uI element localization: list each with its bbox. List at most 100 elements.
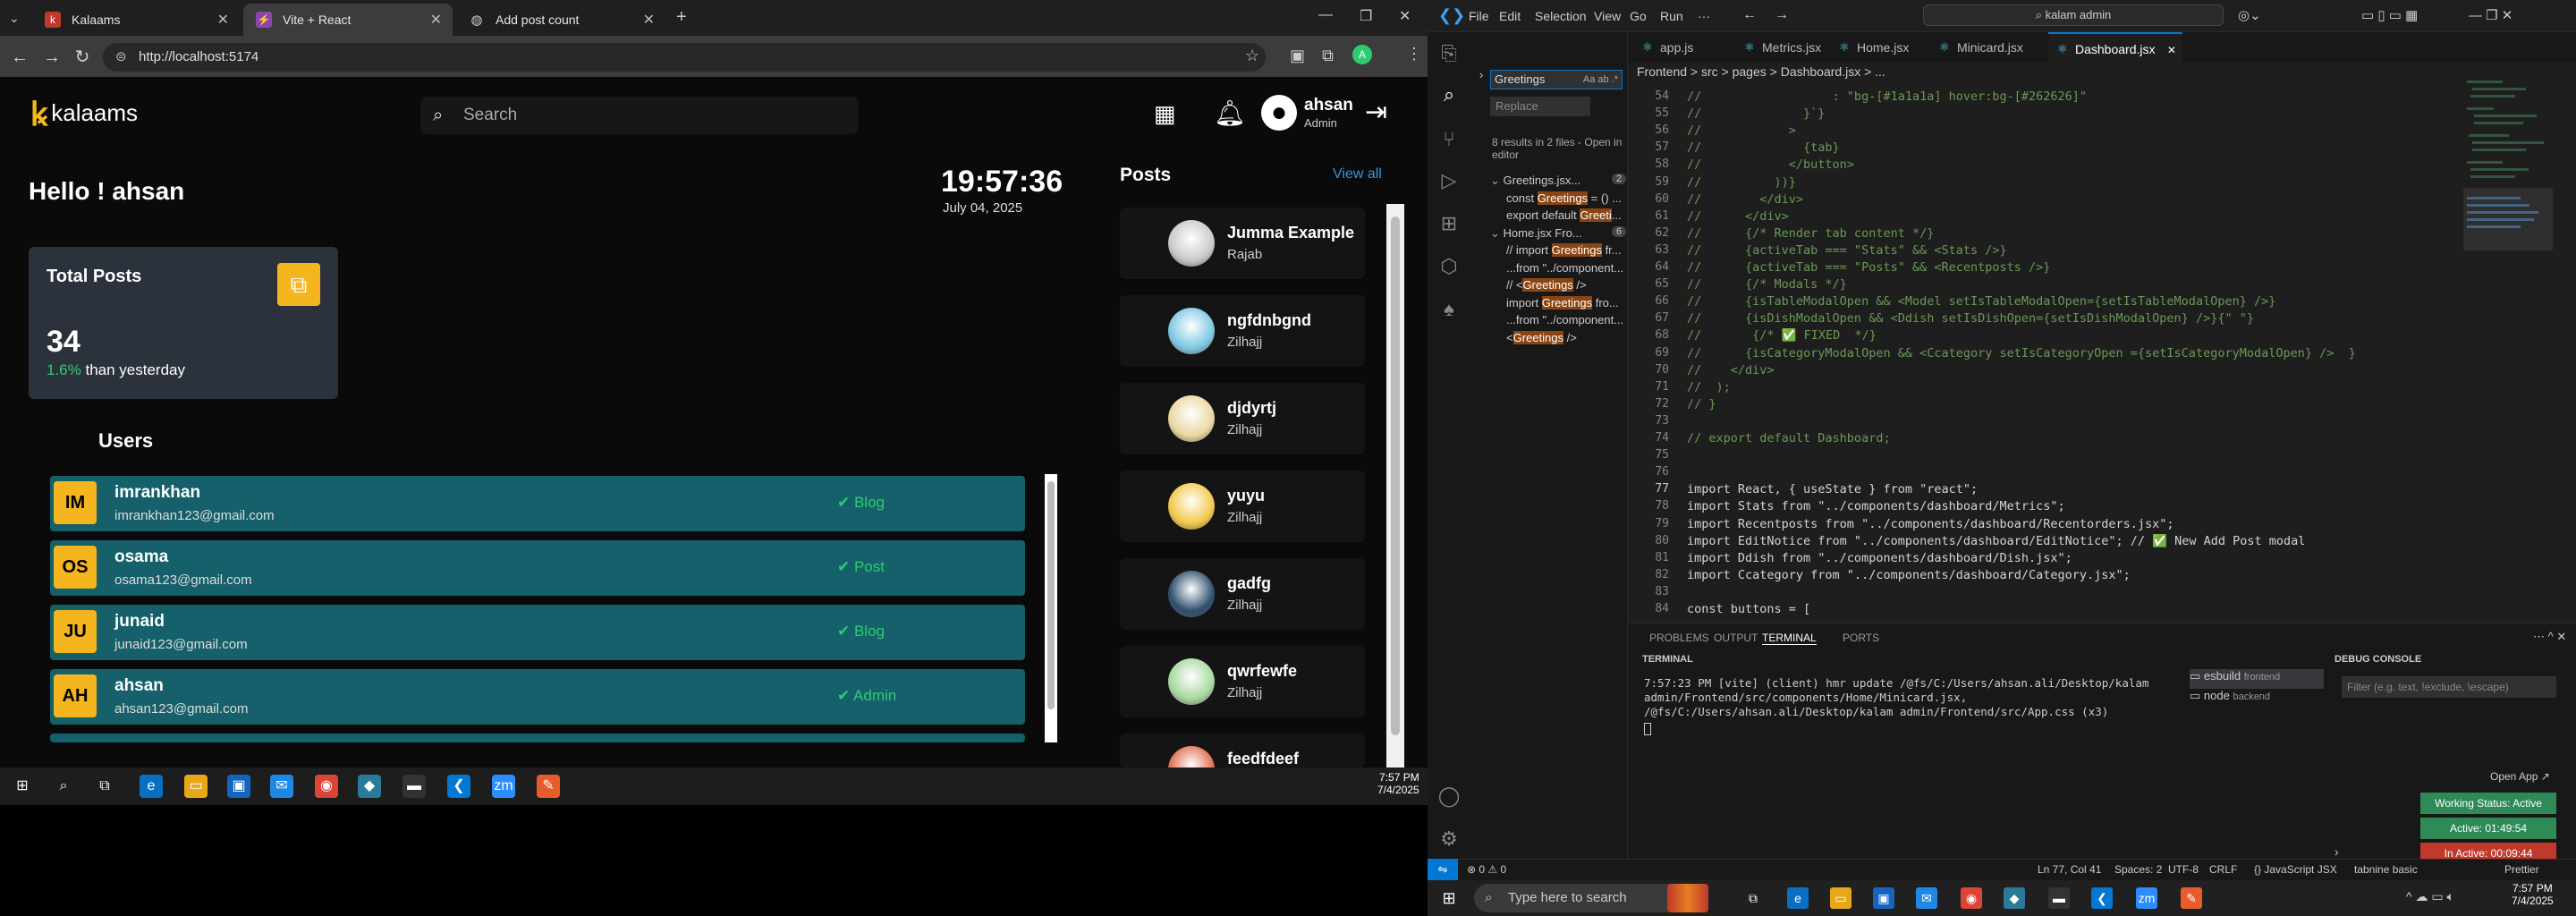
remote-status-icon[interactable]: ⇋ <box>1428 859 1458 880</box>
user-row[interactable]: IM imrankhan imrankhan123@gmail.com ✔ Blog <box>50 476 1025 531</box>
account-icon[interactable]: ◯ <box>1436 784 1462 809</box>
nav-forward-icon[interactable]: → <box>1775 7 1789 23</box>
new-tab-icon[interactable]: + <box>676 7 687 28</box>
code-line[interactable]: // {isTableModalOpen && <Model setIsTabl… <box>1687 294 2275 309</box>
view-all-link[interactable]: View all <box>1333 166 1382 182</box>
user-avatar-icon[interactable]: ● <box>1261 95 1297 131</box>
source-control-icon[interactable]: ⑂ <box>1436 127 1462 152</box>
zoom-icon[interactable]: zm <box>492 775 515 798</box>
bell-icon[interactable]: 🔔︎ <box>1214 98 1246 129</box>
search-result-line[interactable]: ...from "../component... <box>1506 261 1623 275</box>
app-icon[interactable]: ◆ <box>358 775 381 798</box>
edge-icon[interactable]: e <box>1787 887 1809 909</box>
status-item[interactable]: Ln 77, Col 41 <box>2038 863 2101 876</box>
panel-tab[interactable]: PORTS <box>1843 632 1879 644</box>
system-clock[interactable]: 7:57 PM 7/4/2025 <box>2512 882 2554 907</box>
match-options-icon[interactable]: Aa ab .* <box>1583 71 1618 89</box>
code-line[interactable]: // {activeTab === "Stats" && <Stats />} <box>1687 243 2007 258</box>
search-highlight-icon[interactable] <box>1667 884 1708 912</box>
layout-icons[interactable]: ▭ ▯ ▭ ▦ <box>2361 7 2418 23</box>
user-row[interactable] <box>50 734 1025 742</box>
reload-icon[interactable]: ↻ <box>70 45 95 70</box>
search-query-input[interactable]: Greetings Aa ab .* <box>1490 70 1623 89</box>
status-item[interactable]: Prettier <box>2504 863 2539 876</box>
file-explorer-icon[interactable]: ▭ <box>1830 887 1852 909</box>
status-item[interactable]: Spaces: 2 <box>2114 863 2162 876</box>
code-line[interactable]: // </div> <box>1687 209 1789 224</box>
bookmark-star-icon[interactable]: ☆ <box>1245 47 1259 65</box>
close-window-icon[interactable]: ✕ <box>1399 7 1411 25</box>
minimize-icon[interactable]: — <box>1318 7 1333 23</box>
windows-search-box[interactable]: ⌕ Type here to search <box>1474 884 1682 912</box>
code-line[interactable]: // {/* ✅ FIXED */} <box>1687 328 1877 343</box>
app-icon[interactable]: ◆ <box>2004 887 2025 909</box>
code-line[interactable]: // {activeTab === "Posts" && <Recentpost… <box>1687 260 2050 275</box>
code-line[interactable]: import Recentposts from "../components/d… <box>1687 517 2174 531</box>
browser-tab-vite[interactable]: ⚡ Vite + React ✕ <box>243 4 453 36</box>
code-line[interactable]: import Ddish from "../components/dashboa… <box>1687 551 2072 565</box>
search-result-line[interactable]: const Greetings = () ... <box>1506 191 1622 205</box>
editor-tab[interactable]: ⚛ Home.jsx <box>1830 32 1928 63</box>
code-line[interactable]: // </button> <box>1687 157 1854 172</box>
close-tab-icon[interactable]: ✕ <box>430 11 442 29</box>
open-app-link[interactable]: Open App ↗ <box>2490 770 2550 783</box>
mail-icon[interactable]: ✉ <box>270 775 293 798</box>
code-line[interactable]: // ))} <box>1687 175 1796 190</box>
menu-item[interactable]: Run <box>1660 9 1683 23</box>
extension-icon[interactable]: ▣ <box>1290 47 1305 65</box>
profile-icon[interactable]: A <box>1352 45 1372 64</box>
editor-tab[interactable]: ⚛ Metrics.jsx <box>1735 32 1828 63</box>
editor-tab[interactable]: ⚛ Minicard.jsx <box>1930 32 2046 63</box>
scrollbar-thumb[interactable] <box>1391 216 1400 735</box>
remote-icon[interactable]: ⬡ <box>1436 254 1462 279</box>
editor-tab[interactable]: ⚛ Dashboard.jsx ✕ <box>2048 32 2182 63</box>
panel-tab[interactable]: OUTPUT <box>1714 632 1758 644</box>
postman-icon[interactable]: ✎ <box>537 775 560 798</box>
code-line[interactable]: // {isCategoryModalOpen && <Ccategory se… <box>1687 346 2356 360</box>
debug-filter-input[interactable]: Filter (e.g. text, !exclude, \escape) <box>2342 676 2556 698</box>
panel-controls[interactable]: ⋯ ^ ✕ <box>2533 630 2566 644</box>
code-line[interactable]: const buttons = [ <box>1687 602 1810 616</box>
code-line[interactable]: // {/* Render tab content */} <box>1687 226 1934 241</box>
tab-menu-icon[interactable]: ⌄ <box>9 11 20 26</box>
code-line[interactable]: import Stats from "../components/dashboa… <box>1687 499 2065 513</box>
user-row[interactable]: OS osama osama123@gmail.com ✔ Post <box>50 540 1025 596</box>
close-tab-icon[interactable]: ✕ <box>643 11 655 29</box>
store-icon[interactable]: ▣ <box>227 775 250 798</box>
settings-gear-icon[interactable]: ⚙ <box>1436 827 1462 852</box>
chrome-icon[interactable]: ◉ <box>1961 887 1982 909</box>
breadcrumb[interactable]: Frontend > src > pages > Dashboard.jsx >… <box>1637 64 1885 79</box>
site-info-icon[interactable]: ⊜ <box>115 43 127 72</box>
code-line[interactable]: import React, { useState } from "react"; <box>1687 482 1978 496</box>
search-result-line[interactable]: ...from "../component... <box>1506 313 1623 327</box>
taskbar-search-icon[interactable]: ⌕ <box>52 775 75 798</box>
address-bar[interactable]: ⊜ http://localhost:5174 <box>103 43 1266 72</box>
browser-tab-kalaams[interactable]: k Kalaams ✕ <box>32 4 240 36</box>
toggle-replace-icon[interactable]: › <box>1479 68 1483 81</box>
minimap[interactable] <box>2463 72 2553 358</box>
copilot-icon[interactable]: ◎⌄ <box>2238 7 2261 23</box>
extensions-icon[interactable]: ⊞ <box>1436 211 1462 236</box>
code-line[interactable]: // {/* Modals */} <box>1687 277 1847 292</box>
post-item[interactable]: qwrfewfe Zilhajj <box>1120 646 1365 717</box>
replace-input[interactable]: Replace <box>1490 97 1590 116</box>
menu-item[interactable]: ··· <box>1698 9 1710 23</box>
close-tab-icon[interactable]: ✕ <box>217 11 229 29</box>
search-result-line[interactable]: ⌄ Home.jsx Fro... 6 <box>1490 225 1627 241</box>
menu-item[interactable]: Edit <box>1499 9 1521 23</box>
terminal-instance[interactable]: ▭ esbuild frontend <box>2190 669 2324 689</box>
post-item[interactable]: gadfg Zilhajj <box>1120 558 1365 630</box>
users-scrollbar[interactable] <box>1045 474 1057 742</box>
menu-item[interactable]: View <box>1594 9 1621 23</box>
user-row[interactable]: AH ahsan ahsan123@gmail.com ✔ Admin <box>50 669 1025 725</box>
code-line[interactable]: import EditNotice from "../components/da… <box>1687 534 2305 548</box>
code-line[interactable]: // > <box>1687 123 1796 138</box>
panel-tab[interactable]: TERMINAL <box>1762 632 1817 645</box>
collapse-chevron-icon[interactable]: › <box>2334 844 2339 859</box>
problems-count[interactable]: ⊗ 0 ⚠ 0 <box>1467 863 1506 876</box>
back-icon[interactable]: ← <box>7 45 32 70</box>
zoom-icon[interactable]: zm <box>2136 887 2157 909</box>
run-debug-icon[interactable]: ▷ <box>1436 168 1462 193</box>
search-result-line[interactable]: ⌄ Greetings.jsx... 2 <box>1490 174 1627 188</box>
post-item[interactable]: feedfdeef <box>1120 734 1365 768</box>
